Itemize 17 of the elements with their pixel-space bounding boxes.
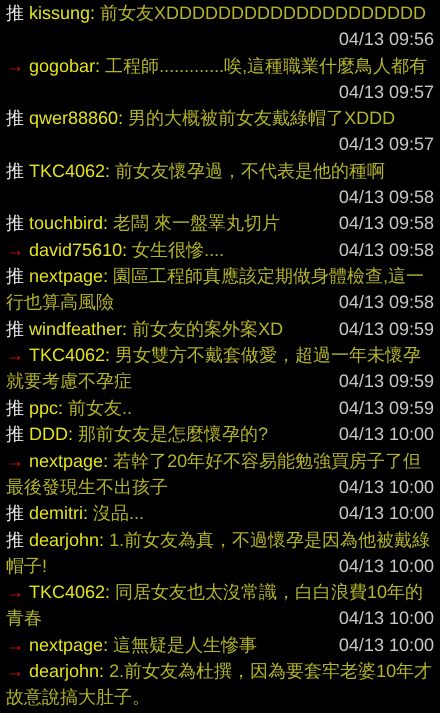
reply-comment: → TKC4062: 同居女友也太沒常識，白白浪費10年的青春 04/13 10:00 — [6, 581, 434, 630]
push-comment: 推 qwer88860: 男的大概被前女友戴綠帽了XDDD 04/13 09:57 — [6, 107, 434, 156]
reply-comment: → nextpage: 這無疑是人生慘事 04/13 10:00 — [6, 634, 434, 657]
reply-comment: → nextpage: 若幹了20年好不容易能勉強買房子了但最後發現生不出孩子 04/13 10:00 — [6, 450, 434, 498]
push-comment: 推 kissung: 前女友XDDDDDDDDDDDDDDDDDDDD 04/13 09:56 — [6, 2, 434, 51]
reply-comment: → david75610: 女生很慘.... 04/13 09:58 — [6, 238, 434, 262]
push-comment: 推 ppc: 前女友.. 04/13 09:59 — [6, 396, 434, 420]
reply-comment: → gogobar: 工程師.............唉,這種職業什麼鳥人都有 04/13 09:57 — [6, 54, 434, 104]
push-comment: 推 demitri: 沒品... 04/13 10:00 — [6, 502, 434, 525]
push-comment: 推 nextpage: 園區工程師真應該定期做身體檢查,這一行也算高風險 04/13 09:58 — [6, 265, 434, 314]
reply-comment: → TKC4062: 男女雙方不戴套做愛，超過一年未懷孕就要考慮不孕症 04/13 09:59 — [6, 344, 434, 393]
push-comment: 推 dearjohn: 1.前女友為真，不過懷孕是因為他被戴綠帽子! 04/13 10:00 — [6, 528, 434, 578]
push-comment: 推 windfeather: 前女友的案外案XD 04/13 09:59 — [6, 318, 434, 340]
push-comment: 推 TKC4062: 前女友懷孕過，不代表是他的種啊 04/13 09:58 — [6, 160, 434, 208]
push-comment: 推 DDD: 那前女友是怎麼懷孕的? 04/13 10:00 — [6, 423, 434, 446]
reply-comment: → dearjohn: 2.前女友為杜撰，因為要套牢老婆10年才故意說搞大肚子。 — [6, 660, 434, 709]
push-comment: 推 touchbird: 老闆 來一盤睪丸切片 04/13 09:58 — [6, 212, 434, 235]
